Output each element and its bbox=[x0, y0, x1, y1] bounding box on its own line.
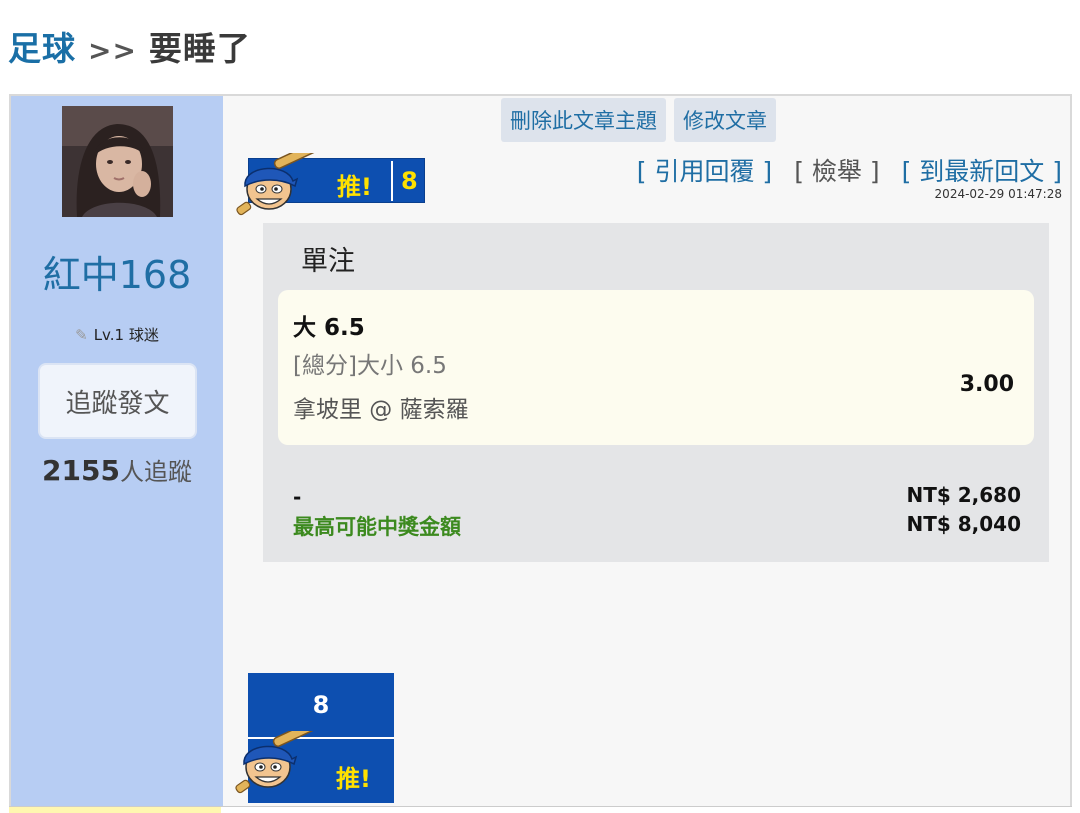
stake-value: NT$ 2,680 bbox=[906, 483, 1021, 507]
post-container: 紅中168 ✎ Lv.1 球迷 追蹤發文 2155人追蹤 刪除此文章主題 修改文章… bbox=[9, 94, 1072, 813]
post-action-links: [ 引用回覆 ] [ 檢舉 ] [ 到最新回文 ] bbox=[637, 152, 1062, 188]
bet-type: 單注 bbox=[301, 246, 355, 277]
push-count: 8 bbox=[401, 167, 418, 195]
follower-count-label: 人追蹤 bbox=[119, 458, 192, 486]
push-divider bbox=[391, 161, 393, 201]
follower-count-number: 2155 bbox=[42, 454, 120, 487]
bet-selection: 大 6.5 [總分]大小 6.5 拿坡里 @ 薩索羅 3.00 bbox=[278, 290, 1034, 445]
breadcrumb-separator: >> bbox=[88, 34, 137, 67]
push-count-bottom: 8 bbox=[312, 691, 330, 719]
push-button-top[interactable]: 推! 8 bbox=[236, 153, 425, 216]
breadcrumb-sport-link[interactable]: 足球 bbox=[8, 29, 76, 68]
delete-topic-button[interactable]: 刪除此文章主題 bbox=[501, 98, 666, 142]
push-button-bottom[interactable]: 8 推! bbox=[235, 673, 394, 803]
post-timestamp: 2024-02-29 01:47:28 bbox=[934, 187, 1062, 201]
quote-reply-link[interactable]: [ 引用回覆 ] bbox=[637, 152, 772, 188]
follower-count: 2155人追蹤 bbox=[11, 452, 223, 487]
author-level: ✎ Lv.1 球迷 bbox=[11, 324, 223, 345]
push-label-bottom: 推! bbox=[336, 765, 371, 793]
next-post-sidebar-edge bbox=[9, 807, 221, 813]
author-sidebar: 紅中168 ✎ Lv.1 球迷 追蹤發文 2155人追蹤 bbox=[11, 96, 223, 813]
follow-button[interactable]: 追蹤發文 bbox=[38, 363, 197, 439]
bet-match: 拿坡里 @ 薩索羅 bbox=[293, 397, 469, 423]
baseball-mascot-icon bbox=[235, 731, 318, 794]
next-post-edge bbox=[9, 806, 1072, 813]
latest-reply-link[interactable]: [ 到最新回文 ] bbox=[902, 152, 1062, 188]
author-level-text: Lv.1 球迷 bbox=[93, 326, 159, 344]
bet-odds: 3.00 bbox=[959, 372, 1014, 397]
stake-label: - bbox=[293, 485, 302, 509]
page-title: 要睡了 bbox=[148, 29, 251, 68]
bet-market: [總分]大小 6.5 bbox=[293, 353, 447, 379]
baseball-mascot-icon bbox=[236, 153, 319, 216]
bet-pick: 大 6.5 bbox=[293, 315, 365, 341]
avatar[interactable] bbox=[62, 106, 173, 217]
report-link[interactable]: [ 檢舉 ] bbox=[794, 152, 879, 188]
push-label: 推! bbox=[337, 173, 372, 201]
edit-post-button[interactable]: 修改文章 bbox=[674, 98, 776, 142]
author-username[interactable]: 紅中168 bbox=[11, 244, 223, 299]
max-payout-value: NT$ 8,040 bbox=[906, 512, 1021, 536]
pencil-icon: ✎ bbox=[75, 326, 88, 344]
bet-slip: 單注 大 6.5 [總分]大小 6.5 拿坡里 @ 薩索羅 3.00 - 最高可… bbox=[263, 223, 1049, 562]
breadcrumb: 足球 >> 要睡了 bbox=[8, 22, 251, 70]
max-payout-label: 最高可能中獎金額 bbox=[293, 515, 461, 539]
admin-actions: 刪除此文章主題 修改文章 bbox=[501, 98, 776, 142]
